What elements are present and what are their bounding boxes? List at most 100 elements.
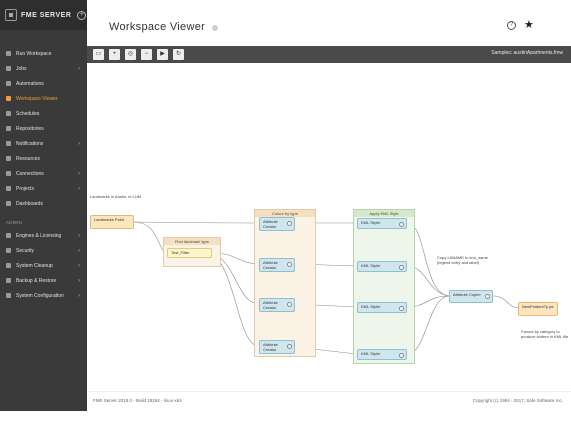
transformer-writer-newfeaturetype[interactable]: NewFeatureTy pe bbox=[518, 302, 558, 316]
annotation-fanout: Fanout by category to produce folders in… bbox=[521, 329, 569, 339]
sidebar-item-workspace-viewer[interactable]: Workspace Viewer bbox=[0, 91, 87, 106]
transformer-attribute-copier[interactable]: Attribute Copier bbox=[449, 290, 493, 303]
sidebar-item-label: Backup & Restore bbox=[16, 277, 57, 284]
bookmark-apply-kml-style[interactable]: Apply KML Style bbox=[353, 209, 415, 364]
projects-icon bbox=[6, 186, 11, 191]
chevron-right-icon: › bbox=[78, 262, 80, 269]
page-footer: FME Server 2018.0 - Build 18264 - linux-… bbox=[87, 391, 571, 411]
transformer-label: Attribute Creator bbox=[263, 342, 278, 352]
transformer-attribute-creator-3[interactable]: Attribute Creator bbox=[259, 298, 295, 312]
sidebar-item-run-workspace[interactable]: Run Workspace bbox=[0, 46, 87, 61]
sidebar-item-security[interactable]: Security › bbox=[0, 243, 87, 258]
chevron-right-icon: › bbox=[78, 232, 80, 239]
transformer-tester[interactable]: Test_Filter bbox=[167, 248, 212, 258]
sidebar-item-schedules[interactable]: Schedules bbox=[0, 106, 87, 121]
sidebar-item-jobs[interactable]: Jobs › bbox=[0, 61, 87, 76]
backup-icon bbox=[6, 278, 11, 283]
transformer-label: Test_Filter bbox=[171, 250, 190, 255]
page-title: Workspace Viewer bbox=[109, 21, 206, 33]
chevron-right-icon: › bbox=[78, 65, 80, 72]
info-icon[interactable] bbox=[212, 25, 218, 31]
transformer-label: KML Styler bbox=[361, 351, 381, 356]
sidebar-item-label: Projects bbox=[16, 185, 35, 192]
open-folder-button[interactable]: ▭ bbox=[93, 49, 104, 60]
transformer-label: NewFeatureTy pe bbox=[522, 304, 554, 309]
connection-lines bbox=[132, 221, 519, 355]
gear-icon bbox=[6, 293, 11, 298]
help-icon[interactable]: ? bbox=[507, 21, 516, 30]
sidebar-item-label: Workspace Viewer bbox=[16, 95, 58, 102]
sidebar-item-resources[interactable]: Resources bbox=[0, 151, 87, 166]
sidebar-item-automations[interactable]: Automations bbox=[0, 76, 87, 91]
zoom-fit-button[interactable]: ◎ bbox=[125, 49, 136, 60]
jobs-icon bbox=[6, 66, 11, 71]
port-icon bbox=[287, 221, 292, 226]
sidebar-item-label: System Cleanup bbox=[16, 262, 53, 269]
brand-bar: FME SERVER + bbox=[0, 0, 87, 30]
zoom-out-button[interactable]: − bbox=[141, 49, 152, 60]
transformer-label: Landmarks Point bbox=[94, 217, 125, 222]
annotation-copy-laname: Copy LANAME to kml_name (legend entry an… bbox=[437, 255, 488, 265]
transformer-label: Attribute Creator bbox=[263, 260, 278, 270]
admin-nav: Engines & Licensing › Security › System Cl… bbox=[0, 228, 87, 303]
sidebar-item-label: Notifications bbox=[16, 140, 44, 147]
fme-logo-icon bbox=[5, 9, 17, 21]
sidebar-item-system-cleanup[interactable]: System Cleanup › bbox=[0, 258, 87, 273]
refresh-button[interactable]: ↻ bbox=[173, 49, 184, 60]
transformer-attribute-creator-1[interactable]: Attribute Creator bbox=[259, 217, 295, 231]
sidebar-item-label: System Configuration bbox=[16, 292, 64, 299]
connector-line bbox=[132, 221, 166, 254]
viewer-toolbar: ▭ + ◎ − ▶ ↻ Samples: austinApartments.fm… bbox=[87, 46, 571, 63]
workspace-canvas[interactable]: Landmarks in Austin, in LUM Copy LANAME … bbox=[87, 63, 571, 391]
port-icon bbox=[485, 294, 490, 299]
admin-section-label: ADMIN bbox=[6, 220, 22, 225]
transformer-label: Attribute Creator bbox=[263, 219, 278, 229]
account-menu-icon[interactable]: + bbox=[77, 10, 87, 20]
port-icon bbox=[287, 344, 292, 349]
chevron-right-icon: › bbox=[78, 247, 80, 254]
version-info: FME Server 2018.0 - Build 18264 - linux-… bbox=[93, 398, 182, 403]
transformer-kml-styler-4[interactable]: KML Styler bbox=[357, 349, 407, 360]
bookmark-colour-by-type[interactable]: Colour by type bbox=[254, 209, 316, 357]
zoom-in-button[interactable]: + bbox=[109, 49, 120, 60]
run-icon bbox=[6, 51, 11, 56]
sidebar-item-label: Jobs bbox=[16, 65, 27, 72]
bookmark-title: Apply KML Style bbox=[354, 210, 414, 217]
workspace-icon bbox=[6, 96, 11, 101]
sidebar-item-dashboards[interactable]: Dashboards bbox=[0, 196, 87, 211]
sidebar-item-label: Resources bbox=[16, 155, 40, 162]
sidebar-item-label: Schedules bbox=[16, 110, 40, 117]
repository-icon bbox=[6, 126, 11, 131]
run-button[interactable]: ▶ bbox=[157, 49, 168, 60]
bookmark-title: Find landmark type bbox=[164, 238, 220, 245]
sidebar-item-engines-licensing[interactable]: Engines & Licensing › bbox=[0, 228, 87, 243]
sidebar-item-connections[interactable]: Connections › bbox=[0, 166, 87, 181]
sidebar-item-projects[interactable]: Projects › bbox=[0, 181, 87, 196]
sidebar-item-backup-restore[interactable]: Backup & Restore › bbox=[0, 273, 87, 288]
transformer-kml-styler-1[interactable]: KML Styler bbox=[357, 218, 407, 229]
workspace-file-name: Samples: austinApartments.fmw bbox=[491, 50, 563, 56]
transformer-label: KML Styler bbox=[361, 220, 381, 225]
calendar-icon bbox=[6, 111, 11, 116]
sidebar-item-label: Automations bbox=[16, 80, 44, 87]
annotation-landmarks: Landmarks in Austin, in LUM bbox=[90, 194, 141, 199]
transformer-reader-landmarks[interactable]: Landmarks Point bbox=[90, 215, 134, 229]
sidebar-item-repositories[interactable]: Repositories bbox=[0, 121, 87, 136]
port-icon bbox=[287, 262, 292, 267]
transformer-attribute-creator-4[interactable]: Attribute Creator bbox=[259, 340, 295, 354]
chevron-right-icon: › bbox=[78, 170, 80, 177]
sidebar-item-label: Connections bbox=[16, 170, 44, 177]
transformer-kml-styler-3[interactable]: KML Styler bbox=[357, 302, 407, 313]
sidebar-item-system-configuration[interactable]: System Configuration › bbox=[0, 288, 87, 303]
port-icon bbox=[399, 265, 404, 270]
page-header: Workspace Viewer ? ★ bbox=[87, 0, 571, 46]
transformer-attribute-creator-2[interactable]: Attribute Creator bbox=[259, 258, 295, 272]
chevron-right-icon: › bbox=[78, 292, 80, 299]
sidebar-item-notifications[interactable]: Notifications › bbox=[0, 136, 87, 151]
connector-line bbox=[492, 295, 519, 309]
transformer-kml-styler-2[interactable]: KML Styler bbox=[357, 261, 407, 272]
sidebar: FME SERVER + Run Workspace Jobs › Automat… bbox=[0, 0, 87, 411]
star-icon[interactable]: ★ bbox=[524, 18, 534, 31]
sidebar-item-label: Engines & Licensing bbox=[16, 232, 62, 239]
sidebar-item-label: Repositories bbox=[16, 125, 44, 132]
